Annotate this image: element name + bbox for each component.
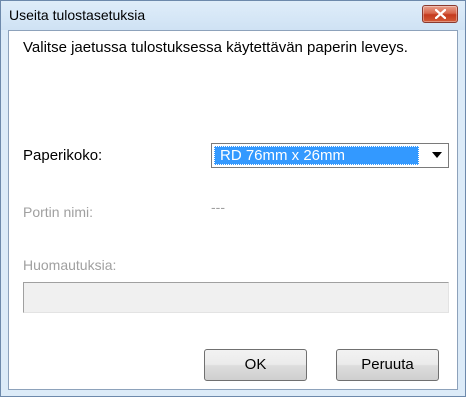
cancel-button[interactable]: Peruuta — [336, 349, 439, 381]
paper-size-select[interactable]: RD 76mm x 26mm — [211, 143, 449, 168]
ok-button[interactable]: OK — [204, 349, 307, 381]
chevron-down-icon — [432, 152, 442, 158]
paper-size-selected-value: RD 76mm x 26mm — [214, 146, 419, 165]
notes-label: Huomautuksia: — [23, 257, 117, 273]
port-name-label: Portin nimi: — [23, 204, 94, 220]
notes-field — [23, 282, 449, 313]
close-icon — [435, 9, 446, 19]
paper-size-label: Paperikoko: — [23, 147, 103, 164]
port-name-value: --- — [211, 199, 225, 215]
close-button[interactable] — [422, 5, 458, 23]
dropdown-button[interactable] — [426, 145, 447, 166]
window-title: Useita tulostasetuksia — [9, 7, 146, 23]
title-bar[interactable]: Useita tulostasetuksia — [1, 1, 465, 30]
dialog-window: Useita tulostasetuksia Valitse jaetussa … — [0, 0, 466, 397]
instruction-text: Valitse jaetussa tulostuksessa käytettäv… — [23, 39, 408, 56]
